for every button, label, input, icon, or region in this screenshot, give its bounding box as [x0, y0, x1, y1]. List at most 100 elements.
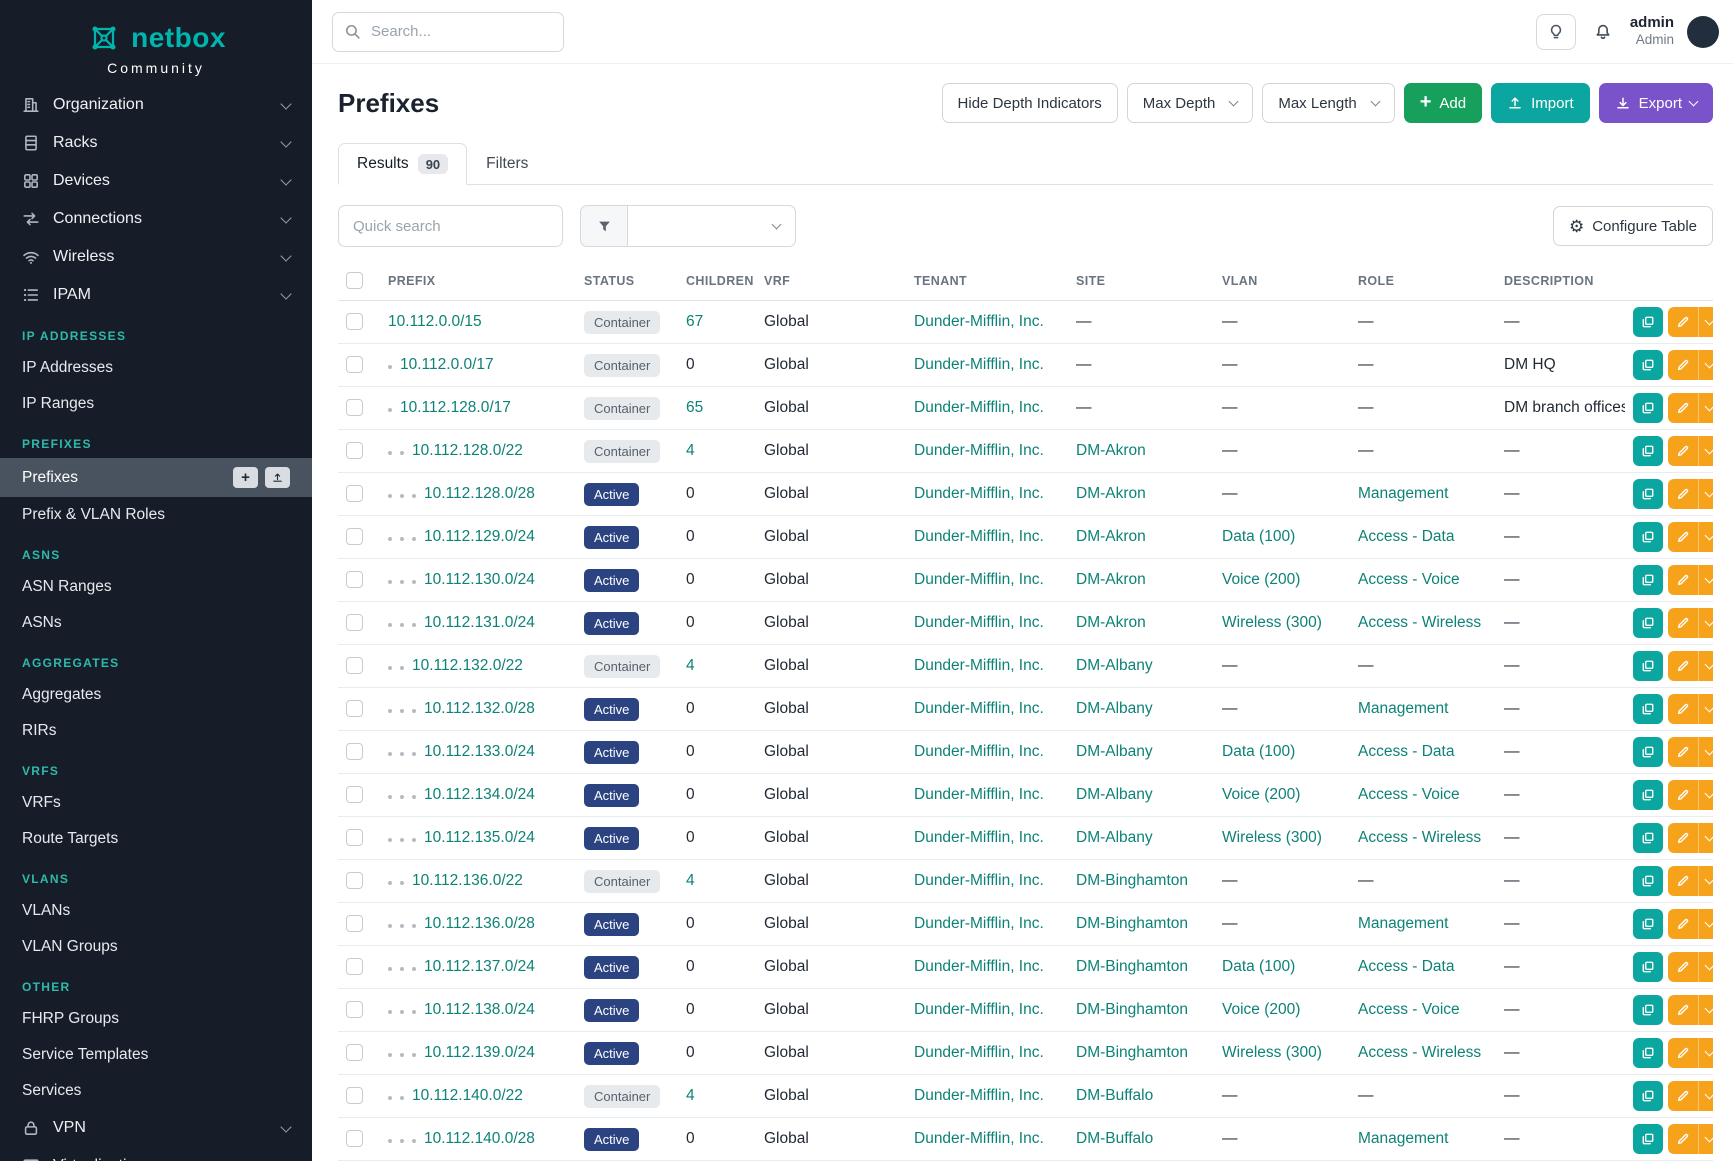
- clone-button[interactable]: [1633, 1081, 1663, 1111]
- clone-button[interactable]: [1633, 1124, 1663, 1154]
- role-link[interactable]: Access - Wireless: [1358, 614, 1481, 631]
- edit-button[interactable]: [1668, 866, 1698, 896]
- prefix-link[interactable]: 10.112.134.0/24: [424, 786, 535, 803]
- edit-button[interactable]: [1668, 522, 1698, 552]
- site-link[interactable]: DM-Albany: [1076, 657, 1153, 674]
- sidebar-item-ipam[interactable]: IPAM: [0, 276, 312, 314]
- edit-button[interactable]: [1668, 694, 1698, 724]
- prefix-link[interactable]: 10.112.0.0/17: [400, 356, 494, 373]
- edit-dropdown-button[interactable]: [1698, 909, 1713, 939]
- sidebar-item-route-targets[interactable]: Route Targets: [0, 821, 312, 857]
- sidebar-item-vpn[interactable]: VPN: [0, 1109, 312, 1147]
- edit-dropdown-button[interactable]: [1698, 866, 1713, 896]
- site-link[interactable]: DM-Albany: [1076, 743, 1153, 760]
- children-link[interactable]: 4: [686, 1087, 695, 1104]
- role-link[interactable]: Access - Voice: [1358, 1001, 1460, 1018]
- tenant-link[interactable]: Dunder-Mifflin, Inc.: [914, 872, 1044, 889]
- edit-button[interactable]: [1668, 651, 1698, 681]
- notifications-button[interactable]: [1589, 14, 1617, 50]
- edit-dropdown-button[interactable]: [1698, 565, 1713, 595]
- vlan-link[interactable]: Voice (200): [1222, 571, 1300, 588]
- edit-button[interactable]: [1668, 350, 1698, 380]
- role-link[interactable]: Access - Wireless: [1358, 1044, 1481, 1061]
- role-link[interactable]: Management: [1358, 485, 1448, 502]
- site-link[interactable]: DM-Akron: [1076, 485, 1146, 502]
- clone-button[interactable]: [1633, 393, 1663, 423]
- clone-button[interactable]: [1633, 694, 1663, 724]
- column-header-site[interactable]: Site: [1068, 261, 1214, 301]
- tenant-link[interactable]: Dunder-Mifflin, Inc.: [914, 915, 1044, 932]
- clone-button[interactable]: [1633, 565, 1663, 595]
- site-link[interactable]: DM-Binghamton: [1076, 958, 1188, 975]
- column-header-tenant[interactable]: Tenant: [906, 261, 1068, 301]
- tab-results[interactable]: Results 90: [338, 143, 467, 185]
- site-link[interactable]: DM-Akron: [1076, 571, 1146, 588]
- tenant-link[interactable]: Dunder-Mifflin, Inc.: [914, 700, 1044, 717]
- clone-button[interactable]: [1633, 608, 1663, 638]
- role-link[interactable]: Management: [1358, 1130, 1448, 1147]
- edit-dropdown-button[interactable]: [1698, 479, 1713, 509]
- sidebar-item-vrfs[interactable]: VRFs: [0, 785, 312, 821]
- column-header-children[interactable]: Children: [678, 261, 756, 301]
- sidebar-item-vlans[interactable]: VLANs: [0, 893, 312, 929]
- sidebar-item-vlan-groups[interactable]: VLAN Groups: [0, 929, 312, 965]
- tenant-link[interactable]: Dunder-Mifflin, Inc.: [914, 1130, 1044, 1147]
- row-checkbox[interactable]: [346, 958, 363, 975]
- row-checkbox[interactable]: [346, 399, 363, 416]
- add-button[interactable]: + Add: [1404, 83, 1482, 123]
- max-depth-dropdown[interactable]: Max Depth: [1127, 83, 1254, 123]
- tenant-link[interactable]: Dunder-Mifflin, Inc.: [914, 786, 1044, 803]
- tenant-link[interactable]: Dunder-Mifflin, Inc.: [914, 958, 1044, 975]
- row-checkbox[interactable]: [346, 1044, 363, 1061]
- site-link[interactable]: DM-Buffalo: [1076, 1130, 1153, 1147]
- children-link[interactable]: 4: [686, 442, 695, 459]
- clone-button[interactable]: [1633, 780, 1663, 810]
- role-link[interactable]: Management: [1358, 700, 1448, 717]
- column-header-status[interactable]: Status: [576, 261, 678, 301]
- site-link[interactable]: DM-Binghamton: [1076, 1001, 1188, 1018]
- column-header-description[interactable]: Description: [1496, 261, 1625, 301]
- row-checkbox[interactable]: [346, 743, 363, 760]
- clone-button[interactable]: [1633, 995, 1663, 1025]
- row-checkbox[interactable]: [346, 528, 363, 545]
- site-link[interactable]: DM-Akron: [1076, 442, 1146, 459]
- row-checkbox[interactable]: [346, 872, 363, 889]
- edit-dropdown-button[interactable]: [1698, 393, 1713, 423]
- edit-dropdown-button[interactable]: [1698, 995, 1713, 1025]
- row-checkbox[interactable]: [346, 786, 363, 803]
- edit-dropdown-button[interactable]: [1698, 1081, 1713, 1111]
- sidebar-item-connections[interactable]: Connections: [0, 200, 312, 238]
- sidebar-item-devices[interactable]: Devices: [0, 162, 312, 200]
- tenant-link[interactable]: Dunder-Mifflin, Inc.: [914, 614, 1044, 631]
- role-link[interactable]: Management: [1358, 915, 1448, 932]
- edit-dropdown-button[interactable]: [1698, 1124, 1713, 1154]
- edit-dropdown-button[interactable]: [1698, 823, 1713, 853]
- clone-button[interactable]: [1633, 909, 1663, 939]
- prefix-link[interactable]: 10.112.132.0/22: [412, 657, 523, 674]
- row-checkbox[interactable]: [346, 829, 363, 846]
- max-length-dropdown[interactable]: Max Length: [1262, 83, 1394, 123]
- site-link[interactable]: DM-Albany: [1076, 829, 1153, 846]
- prefix-link[interactable]: 10.112.128.0/22: [412, 442, 523, 459]
- user-avatar[interactable]: [1687, 16, 1719, 48]
- edit-button[interactable]: [1668, 479, 1698, 509]
- role-link[interactable]: Access - Data: [1358, 528, 1454, 545]
- clone-button[interactable]: [1633, 350, 1663, 380]
- role-link[interactable]: Access - Voice: [1358, 786, 1460, 803]
- sidebar-item-virtualization[interactable]: Virtualization: [0, 1147, 312, 1161]
- row-checkbox[interactable]: [346, 915, 363, 932]
- site-link[interactable]: DM-Binghamton: [1076, 1044, 1188, 1061]
- clone-button[interactable]: [1633, 952, 1663, 982]
- edit-dropdown-button[interactable]: [1698, 780, 1713, 810]
- edit-button[interactable]: [1668, 1081, 1698, 1111]
- sidebar-item-organization[interactable]: Organization: [0, 86, 312, 124]
- clone-button[interactable]: [1633, 479, 1663, 509]
- hide-depth-indicators-button[interactable]: Hide Depth Indicators: [942, 83, 1118, 123]
- vlan-link[interactable]: Data (100): [1222, 958, 1295, 975]
- row-checkbox[interactable]: [346, 571, 363, 588]
- clone-button[interactable]: [1633, 823, 1663, 853]
- edit-dropdown-button[interactable]: [1698, 436, 1713, 466]
- row-checkbox[interactable]: [346, 700, 363, 717]
- vlan-link[interactable]: Wireless (300): [1222, 1044, 1322, 1061]
- role-link[interactable]: Access - Wireless: [1358, 829, 1481, 846]
